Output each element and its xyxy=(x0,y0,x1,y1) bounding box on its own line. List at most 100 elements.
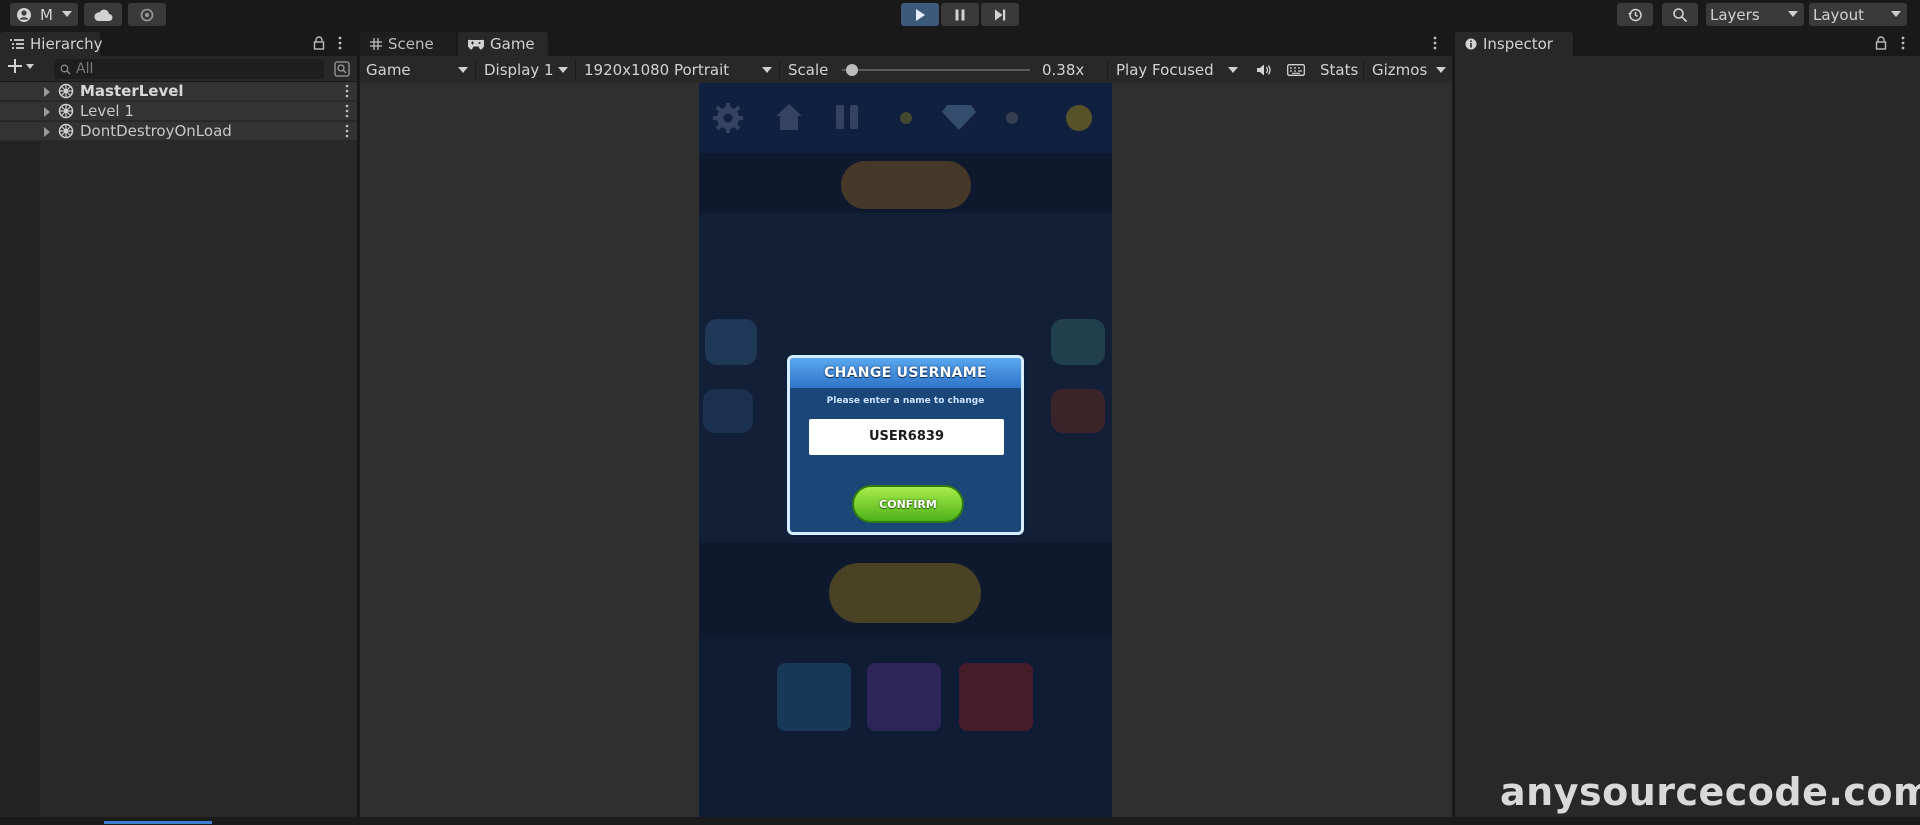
gear-icon xyxy=(139,7,155,23)
hierarchy-item-dontdestroyonload[interactable]: DontDestroyOnLoad xyxy=(0,122,357,141)
hierarchy-gutter xyxy=(0,82,40,817)
expand-arrow-icon[interactable] xyxy=(44,107,50,117)
dialog-subtitle: Please enter a name to change xyxy=(826,396,985,406)
list-icon xyxy=(10,38,24,50)
play-mode-label: Play Focused xyxy=(1116,60,1214,79)
tab-scene-label: Scene xyxy=(388,35,434,53)
scene-visibility-icon[interactable] xyxy=(334,61,350,77)
kebab-menu-icon[interactable] xyxy=(345,124,349,138)
hierarchy-item-label: Level 1 xyxy=(80,102,134,120)
chevron-down-icon xyxy=(762,67,772,73)
toolbar-divider xyxy=(575,59,576,80)
cloud-button[interactable] xyxy=(84,3,122,26)
toolbar-divider xyxy=(1107,59,1108,80)
chevron-down-icon xyxy=(1228,67,1238,73)
play-mode-dropdown[interactable]: Play Focused xyxy=(1110,56,1244,83)
lock-icon[interactable] xyxy=(1875,36,1887,50)
add-object-button[interactable] xyxy=(8,59,34,73)
pause-icon xyxy=(953,8,967,22)
center-tabbar: Scene Game xyxy=(360,30,1452,56)
inspector-panel xyxy=(1455,56,1920,817)
layers-dropdown[interactable]: Layers xyxy=(1706,3,1804,26)
dialog-title: CHANGE USERNAME xyxy=(790,358,1021,388)
resolution-dropdown[interactable]: 1920x1080 Portrait xyxy=(578,56,778,83)
toolbar-divider xyxy=(1363,59,1364,80)
unity-scene-icon xyxy=(58,83,74,99)
kebab-menu-icon[interactable] xyxy=(1433,36,1437,50)
hierarchy-item-masterlevel[interactable]: MasterLevel xyxy=(0,82,357,101)
scale-slider-track xyxy=(842,69,1030,71)
play-icon xyxy=(913,8,927,22)
expand-arrow-icon[interactable] xyxy=(44,127,50,137)
status-bar xyxy=(0,817,1920,825)
tab-hierarchy[interactable]: Hierarchy xyxy=(0,32,103,56)
layout-dropdown[interactable]: Layout xyxy=(1809,3,1907,26)
hierarchy-item-level-1[interactable]: Level 1 xyxy=(0,102,357,121)
tab-game-label: Game xyxy=(490,35,535,53)
pause-button[interactable] xyxy=(941,3,979,26)
collab-button[interactable] xyxy=(128,3,166,26)
chevron-down-icon xyxy=(1891,11,1901,17)
kebab-menu-icon[interactable] xyxy=(345,84,349,98)
hierarchy-search-input[interactable]: All xyxy=(54,59,324,79)
chevron-down-icon xyxy=(62,11,72,17)
chevron-down-icon xyxy=(1788,11,1798,17)
gizmos-dropdown[interactable]: Gizmos xyxy=(1366,56,1452,83)
plus-icon xyxy=(8,59,22,73)
speaker-icon[interactable] xyxy=(1256,63,1272,77)
search-icon xyxy=(1672,7,1688,23)
game-toolbar: Game Display 1 1920x1080 Portrait Scale … xyxy=(360,56,1452,83)
grid-icon xyxy=(370,38,382,50)
chevron-down-icon xyxy=(1436,67,1446,73)
watermark-text: anysourcecode.com xyxy=(1500,770,1920,814)
cloud-icon xyxy=(93,8,113,22)
layout-label: Layout xyxy=(1813,5,1864,24)
tab-scene[interactable]: Scene xyxy=(360,32,456,56)
account-label: M xyxy=(40,5,53,24)
account-dropdown[interactable]: M xyxy=(10,3,78,26)
chevron-down-icon xyxy=(458,67,468,73)
kebab-menu-icon[interactable] xyxy=(1901,36,1905,50)
kebab-menu-icon[interactable] xyxy=(345,104,349,118)
scale-slider-thumb[interactable] xyxy=(845,64,858,76)
change-username-dialog: CHANGE USERNAME Please enter a name to c… xyxy=(787,355,1024,535)
hierarchy-item-label: MasterLevel xyxy=(80,82,184,100)
kebab-menu-icon[interactable] xyxy=(338,36,342,50)
play-button[interactable] xyxy=(901,3,939,26)
tab-inspector[interactable]: Inspector xyxy=(1455,32,1573,56)
username-input[interactable]: USER6839 xyxy=(809,419,1004,455)
lock-icon[interactable] xyxy=(313,36,325,50)
expand-arrow-icon[interactable] xyxy=(44,87,50,97)
confirm-button[interactable]: CONFIRM xyxy=(852,485,964,523)
scale-slider[interactable] xyxy=(842,64,1030,76)
inspector-tabbar: Inspector xyxy=(1455,30,1920,56)
gizmos-label: Gizmos xyxy=(1372,60,1428,79)
step-button[interactable] xyxy=(981,3,1019,26)
stats-button[interactable]: Stats xyxy=(1314,56,1360,83)
unity-scene-icon xyxy=(58,103,74,119)
keyboard-icon[interactable] xyxy=(1287,64,1305,76)
history-button[interactable] xyxy=(1617,3,1653,26)
view-mode-label: Game xyxy=(366,60,411,79)
search-placeholder: All xyxy=(76,61,94,77)
hierarchy-item-label: DontDestroyOnLoad xyxy=(80,122,232,140)
search-icon xyxy=(60,64,71,75)
toolbar-divider xyxy=(779,59,780,80)
chevron-down-icon xyxy=(558,67,568,73)
tab-hierarchy-label: Hierarchy xyxy=(30,35,103,53)
hierarchy-list xyxy=(0,82,357,817)
display-label: Display 1 xyxy=(484,60,554,79)
display-dropdown[interactable]: Display 1 xyxy=(478,56,574,83)
view-mode-dropdown[interactable]: Game xyxy=(360,56,474,83)
search-button[interactable] xyxy=(1662,3,1698,26)
step-icon xyxy=(993,8,1007,22)
scale-label: Scale xyxy=(788,60,829,79)
unity-scene-icon xyxy=(58,123,74,139)
info-icon xyxy=(1465,38,1477,50)
layers-label: Layers xyxy=(1710,5,1760,24)
resolution-label: 1920x1080 Portrait xyxy=(584,60,730,79)
chevron-down-icon xyxy=(26,63,34,69)
toolbar-divider xyxy=(475,59,476,80)
tab-inspector-label: Inspector xyxy=(1483,35,1553,53)
tab-game[interactable]: Game xyxy=(458,32,548,56)
